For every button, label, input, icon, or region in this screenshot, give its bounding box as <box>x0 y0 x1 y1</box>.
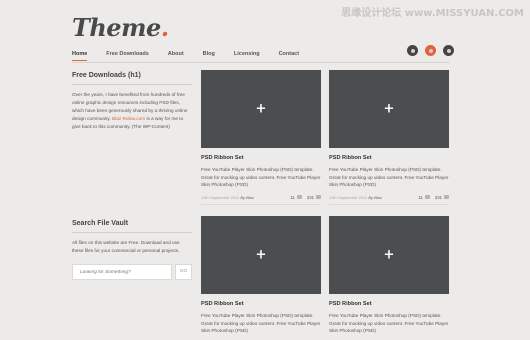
main-nav: Home Free Downloads About Blog Licensing… <box>72 51 318 61</box>
social-links <box>407 45 461 56</box>
card-title[interactable]: PSD Ribbon Set <box>201 301 321 307</box>
email-icon[interactable] <box>443 45 454 56</box>
view-icon <box>444 195 449 199</box>
nav-free-downloads[interactable]: Free Downloads <box>106 51 148 61</box>
card-title[interactable]: PSD Ribbon Set <box>201 155 321 161</box>
plus-icon: + <box>255 247 267 263</box>
card-thumbnail[interactable]: + <box>329 216 449 294</box>
card-title[interactable]: PSD Ribbon Set <box>329 301 449 307</box>
search-button[interactable]: GO <box>175 264 192 280</box>
comment-icon <box>424 195 430 199</box>
plus-icon: + <box>255 101 267 117</box>
search-description: All files on this website are Free. Down… <box>72 240 180 253</box>
card-author: By Blaz <box>368 194 382 200</box>
view-count: 231 <box>434 194 442 200</box>
plus-icon: + <box>383 101 395 117</box>
card-author: By Blaz <box>240 194 254 200</box>
search-input[interactable] <box>72 264 172 280</box>
download-card: + PSD Ribbon Set Free YouTube Player Ski… <box>329 216 449 335</box>
card-stats: 11 231 <box>418 195 449 200</box>
intro-text: Over the years, I have benefited from hu… <box>72 92 188 129</box>
nav-home[interactable]: Home <box>72 51 88 61</box>
search-form: GO <box>72 264 192 280</box>
nav-blog[interactable]: Blog <box>203 51 215 61</box>
card-description: Free YouTube Player Skin Photoshop (PSD)… <box>201 167 321 187</box>
card-divider <box>201 203 321 205</box>
header-divider <box>72 62 450 63</box>
card-thumbnail[interactable]: + <box>329 70 449 148</box>
nav-contact[interactable]: Contact <box>279 51 299 61</box>
watermark: 思缘设计论坛 www.MISSYUAN.COM <box>341 8 524 19</box>
comment-count: 11 <box>290 194 295 200</box>
comment-icon <box>296 195 302 199</box>
divider <box>72 232 192 233</box>
search-section: Search File Vault All files on this webs… <box>72 220 192 280</box>
download-card: + PSD Ribbon Set Free YouTube Player Ski… <box>201 216 321 335</box>
twitter-icon[interactable] <box>407 45 418 56</box>
site-link[interactable]: Blaz Robar.com <box>112 116 145 121</box>
logo-text: Theme <box>72 13 161 42</box>
card-divider <box>329 203 449 205</box>
logo-dot: . <box>160 13 169 42</box>
view-icon <box>316 195 321 199</box>
card-thumbnail[interactable]: + <box>201 216 321 294</box>
card-meta: 15th September 2011 By Blaz 11 231 <box>201 195 321 200</box>
download-card: + PSD Ribbon Set Free YouTube Player Ski… <box>201 70 321 205</box>
divider <box>72 84 192 85</box>
card-title[interactable]: PSD Ribbon Set <box>329 155 449 161</box>
nav-licensing[interactable]: Licensing <box>234 51 260 61</box>
rss-icon[interactable] <box>425 45 436 56</box>
card-description: Free YouTube Player Skin Photoshop (PSD)… <box>329 167 449 187</box>
free-downloads-section: Free Downloads (h1) Over the years, I ha… <box>72 72 192 131</box>
plus-icon: + <box>383 247 395 263</box>
card-meta: 15th September 2011 By Blaz 11 231 <box>329 195 449 200</box>
section-title: Search File Vault <box>72 220 129 227</box>
card-thumbnail[interactable]: + <box>201 70 321 148</box>
view-count: 231 <box>306 194 314 200</box>
card-date: 15th September 2011 <box>201 194 240 200</box>
card-date: 15th September 2011 <box>329 194 368 200</box>
section-title: Free Downloads (h1) <box>72 72 141 79</box>
download-card: + PSD Ribbon Set Free YouTube Player Ski… <box>329 70 449 205</box>
nav-about[interactable]: About <box>168 51 184 61</box>
card-stats: 11 231 <box>290 195 321 200</box>
comment-count: 11 <box>418 194 423 200</box>
card-description: Free YouTube Player Skin Photoshop (PSD)… <box>329 313 449 333</box>
card-description: Free YouTube Player Skin Photoshop (PSD)… <box>201 313 321 333</box>
site-logo[interactable]: Theme. <box>72 13 169 42</box>
